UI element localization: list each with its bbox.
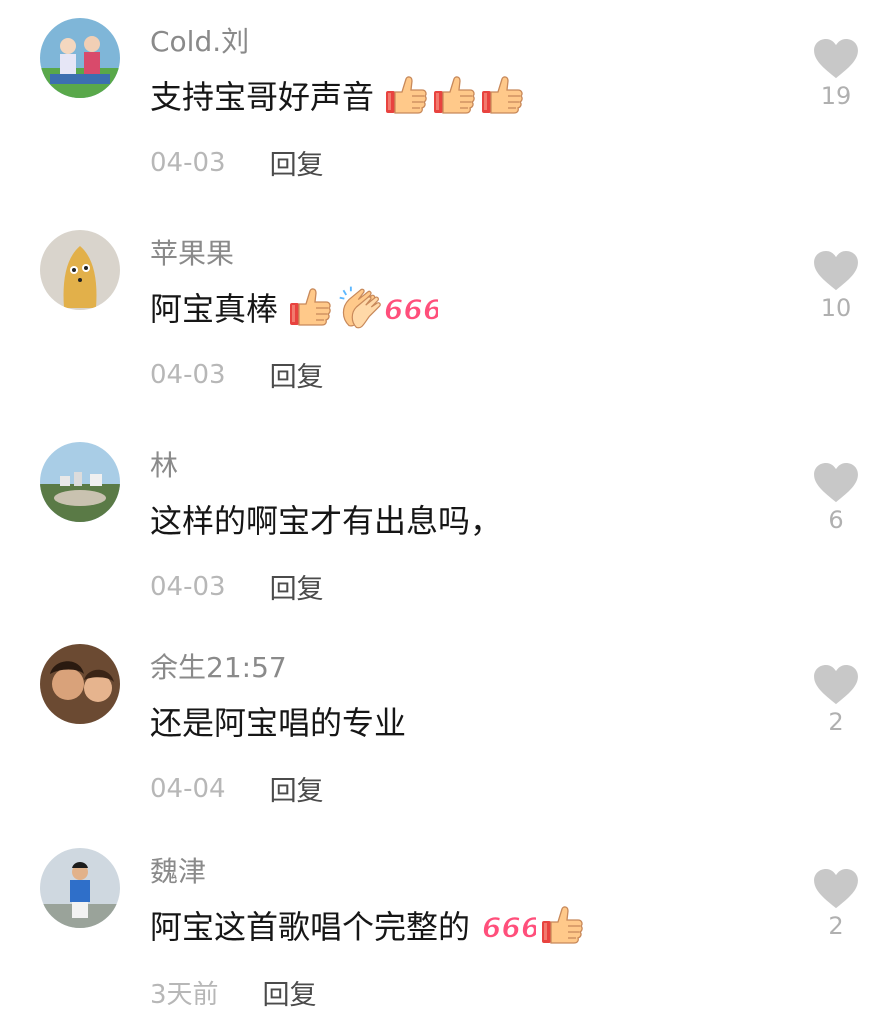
thumbs-up-icon [288, 285, 332, 329]
reply-button[interactable]: 回复 [270, 355, 324, 394]
comment-username[interactable]: 魏津 [150, 850, 206, 890]
comment-text-body: 阿宝这首歌唱个完整的 [150, 908, 471, 946]
666-icon [480, 906, 536, 944]
comment-username[interactable]: 苹果果 [150, 232, 234, 272]
thumbs-up-icon [432, 73, 476, 117]
avatar[interactable] [40, 848, 120, 928]
comment-text: 还是阿宝唱的专业 [150, 698, 412, 744]
like-count: 6 [828, 506, 844, 534]
avatar-photo-icon [40, 848, 120, 928]
comment-text-body: 阿宝真棒 [150, 290, 279, 328]
comment-meta: 04-03 回复 [150, 355, 324, 394]
comment-username[interactable]: 余生21:57 [150, 646, 287, 686]
like-button[interactable]: 19 [812, 38, 860, 110]
heart-icon [813, 868, 859, 910]
heart-icon [813, 38, 859, 80]
thumbs-up-icon [480, 73, 524, 117]
comment-date: 3天前 [150, 980, 219, 1010]
like-count: 2 [828, 708, 844, 736]
avatar[interactable] [40, 644, 120, 724]
avatar-photo-icon [40, 18, 120, 98]
comment-item: 苹果果 阿宝真棒 04-03 回复 10 [0, 212, 896, 412]
reply-button[interactable]: 回复 [270, 143, 324, 182]
comment-item: 余生21:57 还是阿宝唱的专业 04-04 回复 2 [0, 626, 896, 826]
comment-item: 林 这样的啊宝才有出息吗， 04-03 回复 6 [0, 424, 896, 624]
comment-username[interactable]: Cold.刘 [150, 20, 249, 60]
like-button[interactable]: 2 [812, 664, 860, 736]
heart-icon [813, 250, 859, 292]
clapping-hands-icon [336, 284, 388, 330]
heart-icon [813, 462, 859, 504]
comment-text-body: 这样的啊宝才有出息吗， [150, 502, 503, 540]
comment-text: 阿宝真棒 [150, 284, 438, 330]
comment-date: 04-03 [150, 359, 226, 390]
comment-text: 阿宝这首歌唱个完整的 [150, 902, 584, 948]
666-icon [382, 288, 438, 326]
reply-button[interactable]: 回复 [270, 567, 324, 606]
comment-date: 04-03 [150, 571, 226, 602]
like-button[interactable]: 2 [812, 868, 860, 940]
heart-icon [813, 664, 859, 706]
reply-button[interactable]: 回复 [270, 769, 324, 808]
comment-item: 魏津 阿宝这首歌唱个完整的 3天前 回复 2 [0, 830, 896, 1030]
avatar-photo-icon [40, 644, 120, 724]
like-count: 10 [820, 294, 852, 322]
thumbs-up-icon [384, 73, 428, 117]
avatar[interactable] [40, 18, 120, 98]
comment-text: 这样的啊宝才有出息吗， [150, 496, 508, 542]
comment-text-body: 还是阿宝唱的专业 [150, 704, 407, 742]
comment-username[interactable]: 林 [150, 444, 178, 484]
comment-date: 04-04 [150, 773, 226, 804]
avatar[interactable] [40, 230, 120, 310]
comment-meta: 3天前 回复 [150, 973, 317, 1012]
avatar-landscape-icon [40, 442, 120, 522]
like-count: 19 [820, 82, 852, 110]
like-button[interactable]: 6 [812, 462, 860, 534]
comment-date: 04-03 [150, 147, 226, 178]
comment-meta: 04-03 回复 [150, 143, 324, 182]
thumbs-up-icon [540, 903, 584, 947]
avatar-cartoon-icon [40, 230, 120, 310]
comment-meta: 04-04 回复 [150, 769, 324, 808]
comment-text-body: 支持宝哥好声音 [150, 78, 375, 116]
like-count: 2 [828, 912, 844, 940]
comment-text: 支持宝哥好声音 [150, 72, 524, 118]
avatar[interactable] [40, 442, 120, 522]
reply-button[interactable]: 回复 [263, 973, 317, 1012]
comment-meta: 04-03 回复 [150, 567, 324, 606]
comment-item: Cold.刘 支持宝哥好声音 04-03 回复 19 [0, 0, 896, 200]
like-button[interactable]: 10 [812, 250, 860, 322]
